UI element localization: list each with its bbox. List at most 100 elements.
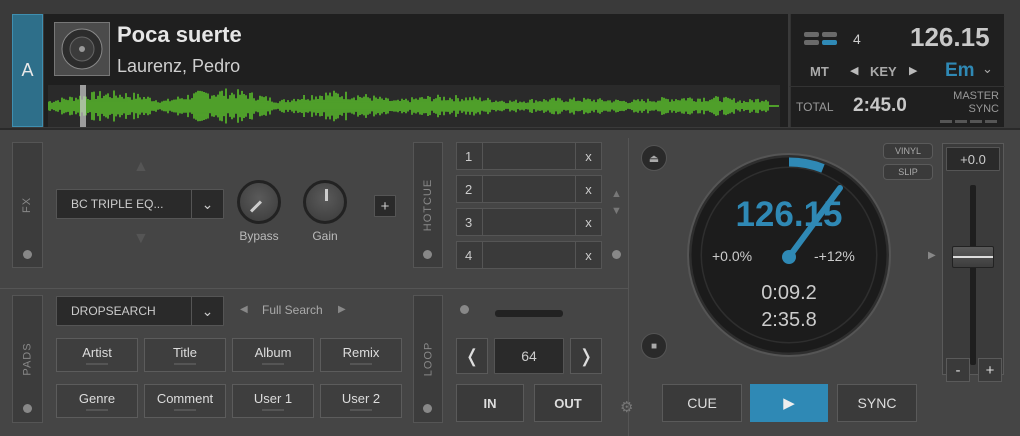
- loop-halve-button[interactable]: ❬: [456, 338, 488, 374]
- hotcue-page-led: [612, 250, 621, 259]
- pad-label: User 1: [253, 391, 293, 406]
- loop-in-button[interactable]: IN: [456, 384, 524, 422]
- fx-up-arrow[interactable]: ▲: [133, 158, 149, 176]
- beat-counter-icon: [804, 31, 838, 45]
- key-value[interactable]: Em: [945, 60, 975, 82]
- hotcue-slot-1[interactable]: 1x: [456, 142, 602, 170]
- fx-tab-label: FX: [21, 196, 34, 214]
- add-fx-button[interactable]: +: [374, 195, 396, 217]
- hotcue-led[interactable]: [423, 250, 432, 259]
- fx-down-arrow[interactable]: ▼: [133, 230, 149, 248]
- pad-label: Album: [254, 345, 292, 360]
- section-divider-vertical: [628, 138, 629, 436]
- sync-button[interactable]: SYNC: [837, 384, 917, 422]
- pad-label: Genre: [78, 391, 116, 406]
- pads-tab-label: PADS: [21, 342, 34, 376]
- loop-tab-label: LOOP: [422, 341, 435, 377]
- hotcue-page-up-arrow[interactable]: ▲: [611, 188, 622, 200]
- pitch-fader-handle[interactable]: [952, 246, 994, 268]
- deck-letter: A: [21, 60, 34, 80]
- gain-label: Gain: [312, 229, 338, 243]
- eject-icon[interactable]: ⏏: [641, 145, 667, 171]
- loop-progress-bar: [495, 310, 563, 317]
- hotcue-page-down-arrow[interactable]: ▼: [611, 205, 622, 217]
- pad-genre-button[interactable]: Genre: [56, 384, 138, 418]
- bpm-display: 126.15: [910, 22, 990, 52]
- loop-roll-led[interactable]: [460, 305, 469, 314]
- pad-remix-button[interactable]: Remix: [320, 338, 402, 372]
- total-label: TOTAL: [796, 100, 834, 114]
- stats-divider: [789, 86, 1005, 87]
- beat-count: 4: [853, 31, 861, 47]
- loop-length-display: 64: [494, 338, 564, 374]
- key-dropdown-chevron-icon[interactable]: ⌄: [982, 61, 993, 77]
- pad-mode-select[interactable]: DROPSEARCH ⌄: [56, 296, 224, 326]
- pad-label: Comment: [156, 391, 214, 406]
- cue-button[interactable]: CUE: [662, 384, 742, 422]
- fx-name: BC TRIPLE EQ...: [71, 197, 164, 211]
- loop-out-button[interactable]: OUT: [534, 384, 602, 422]
- pad-user1-button[interactable]: User 1: [232, 384, 314, 418]
- loop-led[interactable]: [423, 404, 432, 413]
- search-mode-prev-arrow[interactable]: ◀: [240, 304, 248, 315]
- pitch-minus-button[interactable]: -: [946, 358, 970, 382]
- hotcue-clear-button[interactable]: x: [575, 176, 601, 202]
- pitch-reset-arrow[interactable]: ▶: [928, 250, 936, 261]
- hotcue-clear-button[interactable]: x: [575, 209, 601, 235]
- sync-label[interactable]: SYNC: [941, 103, 999, 115]
- pitch-plus-button[interactable]: +: [978, 358, 1002, 382]
- pads-led[interactable]: [23, 404, 32, 413]
- hotcue-slot-3[interactable]: 3x: [456, 208, 602, 236]
- pitch-percent: +0.0%: [712, 248, 753, 264]
- album-art: [54, 22, 110, 76]
- deck-letter-tab[interactable]: A: [12, 14, 43, 127]
- pad-label: Artist: [82, 345, 112, 360]
- key-up-arrow[interactable]: ▶: [909, 64, 917, 77]
- hotcue-slot-4[interactable]: 4x: [456, 241, 602, 269]
- hotcue-clear-button[interactable]: x: [575, 143, 601, 169]
- bypass-label: Bypass: [239, 229, 279, 243]
- gain-knob[interactable]: [303, 180, 347, 224]
- pad-user2-button[interactable]: User 2: [320, 384, 402, 418]
- pad-comment-button[interactable]: Comment: [144, 384, 226, 418]
- waveform[interactable]: [48, 85, 780, 127]
- fx-select[interactable]: BC TRIPLE EQ... ⌄: [56, 189, 224, 219]
- master-tempo-toggle[interactable]: MT: [810, 64, 829, 79]
- elapsed-time: 0:09.2: [761, 282, 817, 304]
- loop-double-button[interactable]: ❭: [570, 338, 602, 374]
- pitch-fader-track: [970, 185, 976, 365]
- settings-gear-icon[interactable]: ⚙: [620, 398, 633, 416]
- fx-led[interactable]: [23, 250, 32, 259]
- hotcue-tab-label: HOTCUE: [422, 178, 435, 232]
- hotcue-slot-2[interactable]: 2x: [456, 175, 602, 203]
- key-down-arrow[interactable]: ◀: [850, 64, 858, 77]
- remaining-time: 2:35.8: [761, 309, 817, 331]
- play-button[interactable]: ▶: [750, 384, 828, 422]
- pad-mode-value: DROPSEARCH: [71, 304, 156, 318]
- pad-label: Title: [172, 345, 198, 360]
- sync-indicator: [940, 120, 998, 123]
- pad-label: User 2: [341, 391, 381, 406]
- bypass-knob[interactable]: [237, 180, 281, 224]
- pad-album-button[interactable]: Album: [232, 338, 314, 372]
- search-mode-label: Full Search: [262, 303, 323, 317]
- hotcue-number: 3: [457, 209, 483, 235]
- pad-artist-button[interactable]: Artist: [56, 338, 138, 372]
- search-mode-next-arrow[interactable]: ▶: [338, 304, 346, 315]
- track-title: Poca suerte: [117, 22, 242, 47]
- pitch-value: +0.0: [946, 147, 1000, 171]
- chevron-down-icon: ⌄: [191, 190, 223, 218]
- hotcue-clear-button[interactable]: x: [575, 242, 601, 268]
- track-artist: Laurenz, Pedro: [117, 56, 241, 76]
- key-label: KEY: [870, 64, 897, 79]
- hotcue-number: 4: [457, 242, 483, 268]
- stop-icon[interactable]: ■: [641, 333, 667, 359]
- pitch-range[interactable]: -+12%: [814, 248, 855, 264]
- total-time: 2:45.0: [853, 95, 907, 116]
- master-label: MASTER: [953, 90, 999, 102]
- pad-title-button[interactable]: Title: [144, 338, 226, 372]
- jog-bpm: 126.15: [735, 195, 843, 234]
- section-divider: [0, 288, 628, 289]
- hotcue-number: 1: [457, 143, 483, 169]
- chevron-down-icon: ⌄: [191, 297, 223, 325]
